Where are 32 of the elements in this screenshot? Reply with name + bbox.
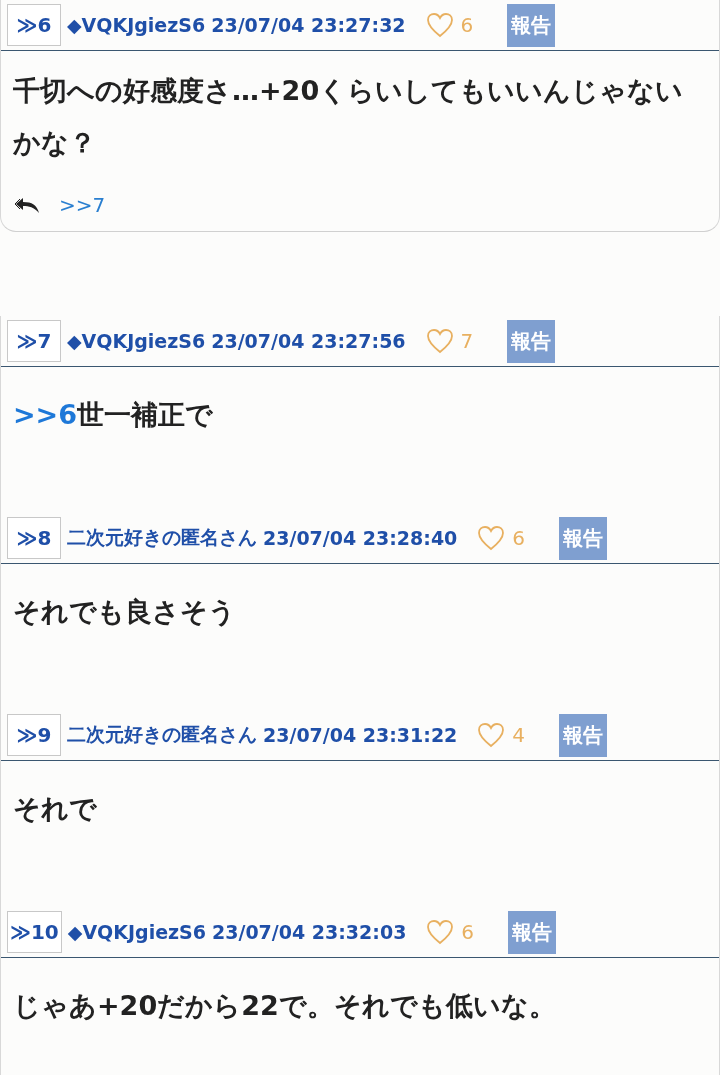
author-name[interactable]: ◆VQKJgiezS6 xyxy=(67,921,206,943)
like-count: 6 xyxy=(461,920,475,944)
post-date: 23/07/04 23:28:40 xyxy=(263,527,458,549)
heart-icon[interactable] xyxy=(425,328,454,354)
like-count: 6 xyxy=(512,526,526,550)
post-text: じゃあ+20だから22で。それでも低いな。 xyxy=(12,989,557,1023)
post-number[interactable]: ≫8 xyxy=(7,517,61,559)
like-count: 7 xyxy=(460,329,474,353)
like-count: 4 xyxy=(512,723,526,747)
post-date: 23/07/04 23:31:22 xyxy=(263,724,458,746)
author-name[interactable]: ◆VQKJgiezS6 xyxy=(67,14,206,36)
heart-icon[interactable] xyxy=(425,12,454,38)
post-number[interactable]: ≫7 xyxy=(7,320,61,362)
post-text: >>6世一補正で xyxy=(12,398,215,432)
post-text: それでも良さそう xyxy=(12,595,237,629)
reply-link[interactable]: >>7 xyxy=(59,193,106,217)
heart-icon[interactable] xyxy=(477,722,506,748)
author-name[interactable]: ◆VQKJgiezS6 xyxy=(67,330,206,352)
post-number[interactable]: ≫6 xyxy=(7,4,61,46)
post-number[interactable]: ≫9 xyxy=(7,714,61,756)
heart-icon[interactable] xyxy=(477,525,506,551)
reply-icon xyxy=(15,196,41,214)
post-date: 23/07/04 23:27:32 xyxy=(211,14,406,36)
author-name[interactable]: 二次元好きの匿名さん xyxy=(67,722,257,748)
heart-icon[interactable] xyxy=(426,919,455,945)
post-date: 23/07/04 23:32:03 xyxy=(212,921,407,943)
post-text: 千切への好感度さ…+20くらいしてもいいんじゃないかな？ xyxy=(12,74,685,160)
like-count: 6 xyxy=(460,13,474,37)
post-date: 23/07/04 23:27:56 xyxy=(211,330,406,352)
post-text: それで xyxy=(12,792,98,826)
author-name[interactable]: 二次元好きの匿名さん xyxy=(67,525,257,551)
post-number[interactable]: ≫10 xyxy=(7,911,62,953)
